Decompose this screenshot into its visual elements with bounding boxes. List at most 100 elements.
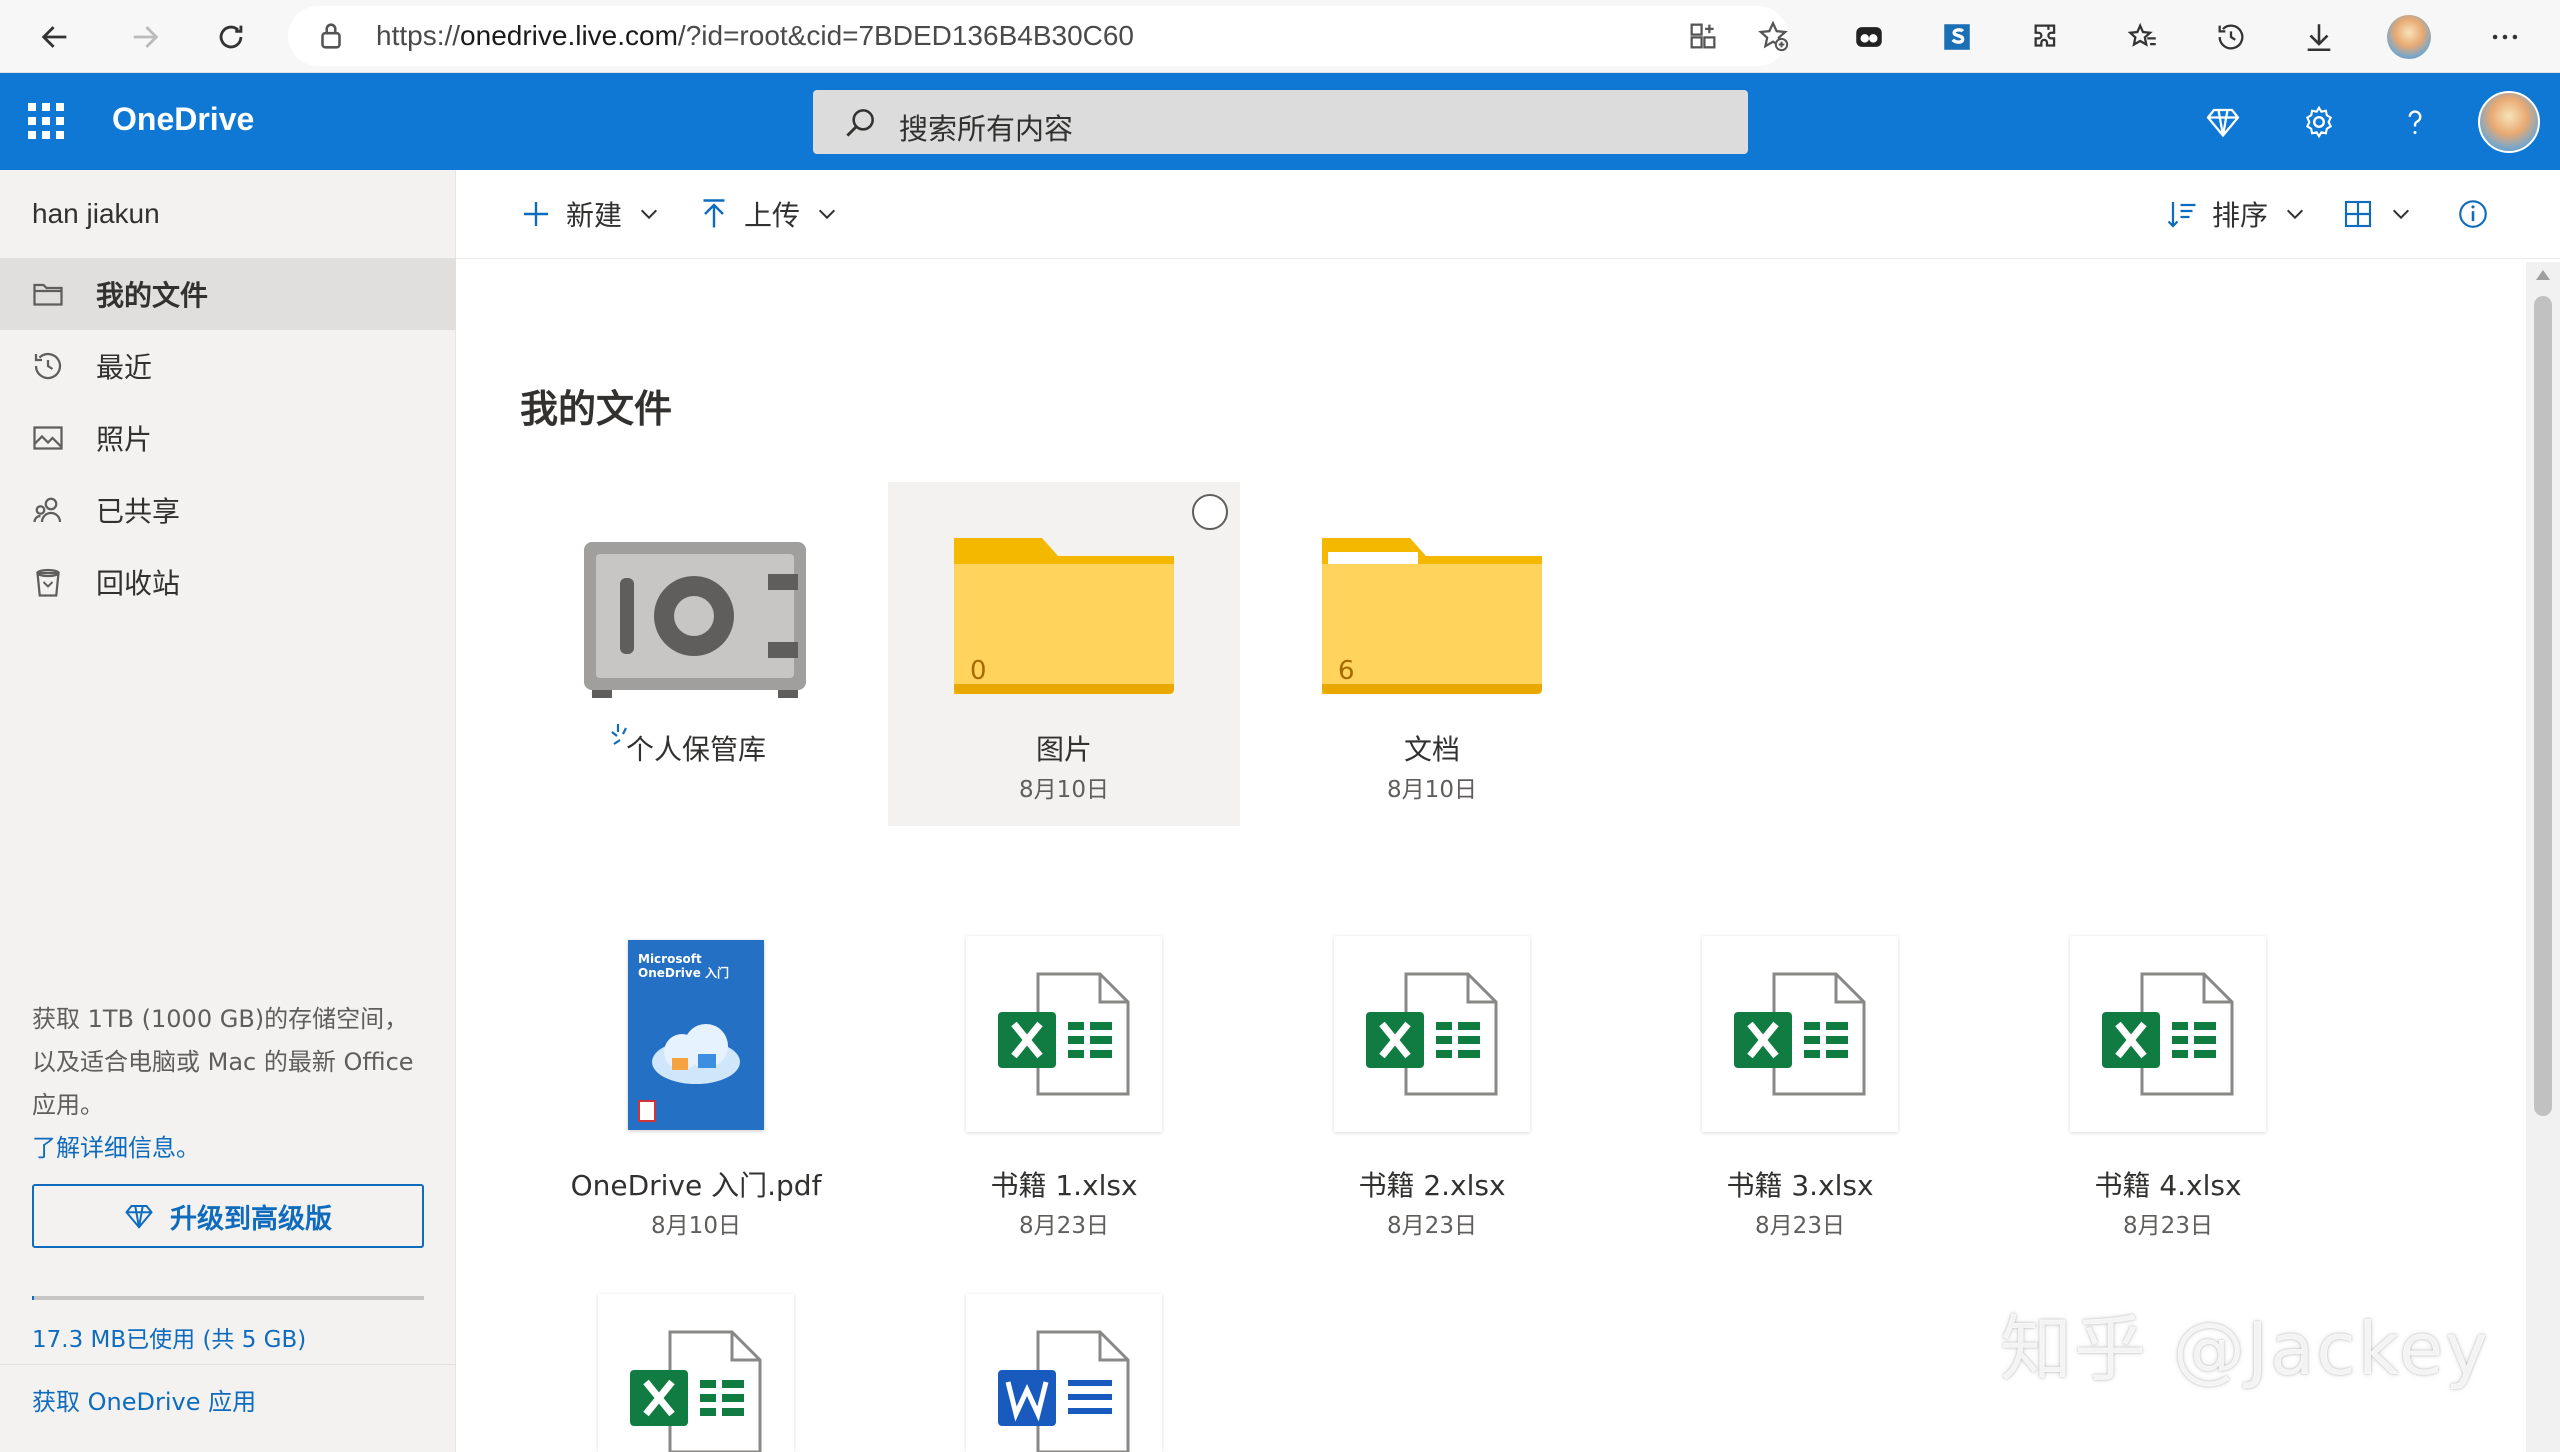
url-path: /?id=root&cid=7BDED136B4B30C60: [677, 20, 1135, 51]
view-switcher-button[interactable]: [2342, 192, 2412, 236]
url-host: onedrive.live.com: [460, 20, 678, 51]
file-date: 8月23日: [1755, 1213, 1845, 1239]
divider: [0, 1364, 456, 1365]
excel-icon: [630, 1330, 762, 1452]
sort-button[interactable]: 排序: [2164, 192, 2306, 236]
file-tile-xlsx[interactable]: 书籍 4.xlsx 8月23日: [1992, 924, 2344, 1268]
download-icon[interactable]: [2294, 12, 2344, 62]
info-icon: [2459, 200, 2487, 228]
file-name: OneDrive 入门.pdf: [570, 1169, 822, 1202]
file-date: 8月23日: [1387, 1213, 1477, 1239]
back-icon[interactable]: [30, 12, 80, 62]
get-app-link[interactable]: 获取 OneDrive 应用: [32, 1382, 256, 1417]
nav-item-recycle-bin[interactable]: 回收站: [0, 546, 456, 618]
recycle-bin-icon: [36, 568, 60, 597]
premium-diamond-icon[interactable]: [2198, 97, 2248, 147]
folder-item-count: 6: [1338, 656, 1355, 686]
sort-label: 排序: [2212, 199, 2269, 232]
chevron-down-icon: [640, 209, 658, 220]
file-thumbnail: [1702, 936, 1898, 1132]
nav-item-label: 已共享: [96, 495, 181, 528]
pdf-thumbnail: Microsoft OneDrive 入门: [628, 940, 764, 1130]
more-icon[interactable]: [2480, 12, 2530, 62]
forward-icon[interactable]: [120, 12, 170, 62]
user-name: han jiakun: [32, 198, 160, 229]
file-tile-docx[interactable]: [888, 1282, 1240, 1452]
nav-item-recent[interactable]: 最近: [0, 330, 456, 402]
folder-tile-documents[interactable]: 6 文档 8月10日: [1256, 482, 1608, 826]
file-thumbnail: [1334, 936, 1530, 1132]
file-tile-pdf[interactable]: Microsoft OneDrive 入门 OneDrive 入门.pdf 8月…: [520, 924, 872, 1268]
url-text: https://onedrive.live.com/?id=root&cid=7…: [376, 20, 1134, 52]
folder-tile-personal-vault[interactable]: 个人保管库: [520, 482, 872, 826]
file-tile-xlsx[interactable]: [520, 1282, 872, 1452]
new-label: 新建: [566, 199, 623, 232]
new-button[interactable]: 新建: [518, 192, 660, 236]
help-icon[interactable]: [2390, 97, 2440, 147]
file-thumbnail: [2070, 936, 2266, 1132]
settings-gear-icon[interactable]: [2294, 97, 2344, 147]
nav-item-shared[interactable]: 已共享: [0, 474, 456, 546]
scrollbar-thumb[interactable]: [2534, 296, 2552, 1116]
upgrade-label: 升级到高级版: [170, 1203, 332, 1235]
upload-label: 上传: [744, 199, 801, 232]
file-name: 书籍 4.xlsx: [2094, 1169, 2242, 1202]
extension-tampermonkey-icon[interactable]: [1844, 12, 1894, 62]
folder-date: 8月10日: [1019, 777, 1109, 803]
details-pane-button[interactable]: [2456, 192, 2490, 236]
nav-item-label: 照片: [96, 423, 153, 456]
scroll-up-arrow-icon[interactable]: [2536, 270, 2550, 280]
file-tile-xlsx[interactable]: 书籍 1.xlsx 8月23日: [888, 924, 1240, 1268]
chevron-down-icon: [2286, 209, 2304, 220]
file-thumbnail: [966, 936, 1162, 1132]
profile-avatar[interactable]: [2384, 12, 2434, 62]
file-thumbnail: [966, 1294, 1162, 1452]
file-tile-xlsx[interactable]: 书籍 3.xlsx 8月23日: [1624, 924, 1976, 1268]
history-icon[interactable]: [2206, 12, 2256, 62]
learn-more-link[interactable]: 了解详细信息。: [32, 1128, 200, 1163]
pdf-badge-icon: [638, 1100, 656, 1122]
extension-s-icon[interactable]: [1932, 12, 1982, 62]
app-title[interactable]: OneDrive: [112, 101, 254, 138]
nav-item-label: 最近: [96, 351, 153, 384]
grid-view-icon: [2344, 200, 2372, 228]
thumbnail-line: Microsoft: [638, 952, 702, 966]
lock-icon[interactable]: [306, 11, 356, 61]
people-icon: [33, 497, 62, 523]
page-title: 我的文件: [520, 387, 673, 431]
premium-diamond-icon: [125, 1205, 153, 1229]
storage-promo-text: 获取 1TB (1000 GB)的存储空间，以及适合电脑或 Mac 的最新 Of…: [32, 1005, 414, 1119]
folder-name: 个人保管库: [625, 733, 766, 766]
favorites-icon[interactable]: [2118, 12, 2168, 62]
app-available-icon[interactable]: [1678, 11, 1728, 61]
extensions-icon[interactable]: [2022, 12, 2072, 62]
thumbnail-line: OneDrive 入门: [638, 966, 730, 980]
account-avatar[interactable]: [2478, 91, 2540, 153]
search-icon: [846, 109, 874, 137]
storage-usage-text[interactable]: 17.3 MB已使用 (共 5 GB): [32, 1320, 306, 1354]
nav-item-photos[interactable]: 照片: [0, 402, 456, 474]
file-name: 书籍 3.xlsx: [1726, 1169, 1874, 1202]
search-box[interactable]: 搜索所有内容: [813, 90, 1748, 154]
sort-icon: [2167, 202, 2196, 228]
folder-name: 图片: [1035, 733, 1092, 766]
refresh-icon[interactable]: [206, 12, 256, 62]
folder-date: 8月10日: [1387, 777, 1477, 803]
address-bar[interactable]: https://onedrive.live.com/?id=root&cid=7…: [288, 6, 1789, 66]
folder-tile-pictures[interactable]: 0 图片 8月10日: [888, 482, 1240, 826]
nav-item-my-files[interactable]: 我的文件: [0, 258, 456, 330]
add-favorite-icon[interactable]: [1748, 11, 1798, 61]
left-navigation: han jiakun 我的文件 最近 照片 已共享 回收站 获取 1TB (10…: [0, 170, 456, 1452]
upload-button[interactable]: 上传: [696, 192, 838, 236]
select-checkbox[interactable]: [1192, 494, 1228, 530]
command-bar: 新建 上传 排序: [456, 170, 2560, 259]
file-tile-xlsx[interactable]: 书籍 2.xlsx 8月23日: [1256, 924, 1608, 1268]
app-launcher-icon[interactable]: [28, 103, 64, 139]
storage-usage-fill: [32, 1296, 35, 1300]
watermark: 知乎 @Jackey: [2000, 1307, 2490, 1391]
vertical-scrollbar[interactable]: [2526, 262, 2560, 1452]
excel-icon: [998, 972, 1130, 1096]
upgrade-button[interactable]: 升级到高级版: [32, 1184, 424, 1248]
cloud-illustration-icon: [652, 1024, 740, 1084]
excel-icon: [1734, 972, 1866, 1096]
